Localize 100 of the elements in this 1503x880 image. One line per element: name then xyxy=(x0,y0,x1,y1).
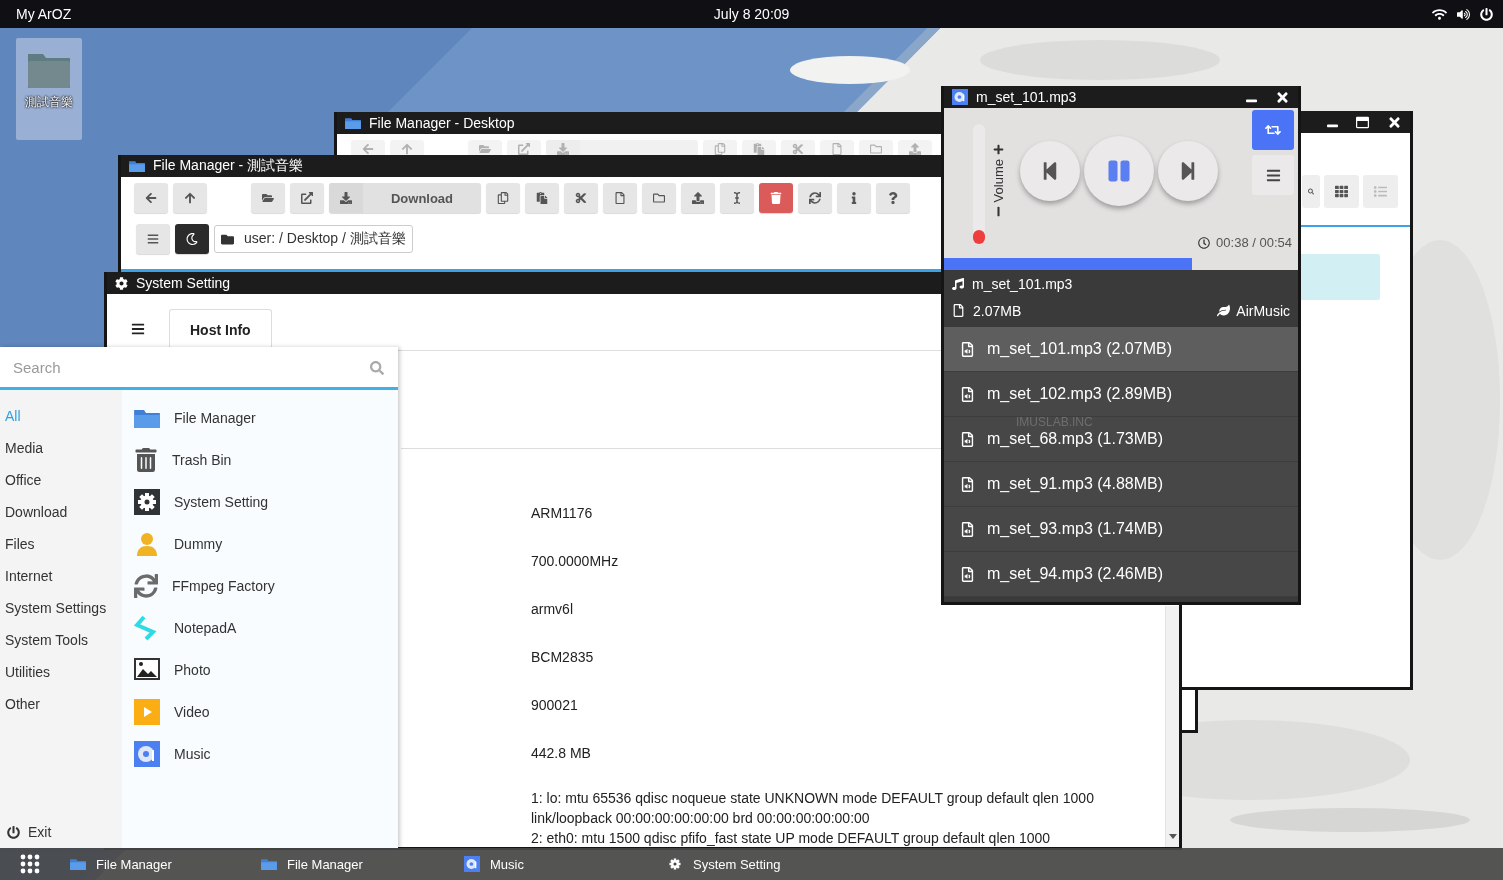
exit-button[interactable]: Exit xyxy=(5,824,54,840)
track-item[interactable]: m_set_91.mp3 (4.88MB) xyxy=(944,462,1298,507)
cut-icon xyxy=(792,143,804,155)
back-icon xyxy=(145,192,157,204)
category-link[interactable]: Utilities xyxy=(5,656,51,688)
progress-bar[interactable] xyxy=(944,258,1298,270)
app-item[interactable]: FFmpeg Factory xyxy=(134,565,275,607)
open-folder-button[interactable] xyxy=(251,183,285,213)
volume-fill[interactable] xyxy=(973,230,985,244)
category-link[interactable]: System Settings xyxy=(5,592,107,624)
app-item[interactable]: File Manager xyxy=(134,397,256,439)
taskbar-item[interactable]: Music xyxy=(464,848,667,880)
info-value: 900021 xyxy=(531,697,579,714)
track-item[interactable]: m_set_102.mp3 (2.89MB) xyxy=(944,372,1298,417)
info-value: ARM1176 xyxy=(531,505,594,522)
taskbar-item[interactable]: File Manager xyxy=(58,848,261,880)
taskbar-item[interactable]: File Manager xyxy=(261,848,464,880)
audio-file-icon xyxy=(960,386,975,402)
pause-button[interactable] xyxy=(1084,136,1154,206)
app-item[interactable]: Photo xyxy=(134,649,211,691)
trash-icon xyxy=(134,448,158,472)
person-icon xyxy=(134,531,160,557)
search-field[interactable]: Search xyxy=(0,347,398,390)
app-item[interactable]: System Setting xyxy=(134,481,269,523)
network-line: link/loopback 00:00:00:00:00:00 brd 00:00:00:00:00:00 xyxy=(531,809,871,828)
track-item[interactable]: m_set_93.mp3 (1.74MB) xyxy=(944,507,1298,552)
upload-icon xyxy=(692,192,704,204)
wifi-icon[interactable] xyxy=(1432,6,1447,22)
app-item[interactable]: Video xyxy=(134,691,210,733)
audio-file-icon xyxy=(960,521,975,537)
upload-button[interactable] xyxy=(681,183,715,213)
category-link[interactable]: Office xyxy=(5,464,42,496)
plus-icon[interactable] xyxy=(993,144,1004,155)
new-folder-icon xyxy=(653,192,665,204)
close-icon[interactable] xyxy=(1387,114,1402,130)
copy-icon xyxy=(714,143,726,155)
rename-button[interactable] xyxy=(720,183,754,213)
network-line: 1: lo: mtu 65536 qdisc noqueue state UNKNOWN mode DEFAULT group default qlen 1000 xyxy=(531,789,1095,808)
close-icon[interactable] xyxy=(1275,89,1290,105)
back-icon xyxy=(362,143,374,155)
volume-icon[interactable] xyxy=(1457,7,1470,21)
scrollbar[interactable] xyxy=(1165,606,1179,847)
info-button[interactable] xyxy=(837,183,871,213)
download-icon xyxy=(557,143,569,155)
maximize-icon[interactable] xyxy=(1356,115,1369,129)
power-icon[interactable] xyxy=(1480,7,1493,21)
window-title: File Manager - Desktop xyxy=(369,115,515,131)
new-folder-button[interactable] xyxy=(642,183,676,213)
category-link[interactable]: System Tools xyxy=(5,624,88,656)
list-icon xyxy=(1374,185,1387,198)
up-icon xyxy=(184,192,196,204)
app-item[interactable]: Music xyxy=(134,733,211,775)
moon-icon xyxy=(186,233,198,245)
new-file-icon xyxy=(614,192,626,204)
window-title: File Manager - 測試音樂 xyxy=(153,157,304,175)
menu-icon xyxy=(131,322,145,336)
new-file-button[interactable] xyxy=(603,183,637,213)
category-link[interactable]: Internet xyxy=(5,560,53,592)
app-item[interactable]: Dummy xyxy=(134,523,223,565)
path-field[interactable]: user: / Desktop / 測試音樂 xyxy=(214,225,413,253)
delete-icon xyxy=(770,192,782,204)
audio-file-icon xyxy=(960,341,975,357)
menu-button[interactable] xyxy=(1252,155,1294,195)
audio-file-icon xyxy=(960,431,975,447)
volume-label: Volume xyxy=(991,159,1006,203)
volume-slider[interactable] xyxy=(973,124,985,244)
app-item[interactable]: NotepadA xyxy=(134,607,237,649)
category-link[interactable]: Download xyxy=(5,496,68,528)
info-value: BCM2835 xyxy=(531,649,595,666)
category-link[interactable]: Other xyxy=(5,688,40,720)
category-link[interactable]: Files xyxy=(5,528,35,560)
now-playing-title: m_set_101.mp3 xyxy=(972,275,1073,292)
download-button[interactable]: Download xyxy=(329,183,481,213)
track-item[interactable]: m_set_101.mp3 (2.07MB) xyxy=(944,327,1298,372)
taskbar-item[interactable]: System Setting xyxy=(667,848,870,880)
copy-button[interactable] xyxy=(486,183,520,213)
grid-view-button[interactable] xyxy=(1324,175,1359,208)
folder-icon xyxy=(134,407,160,429)
back-button[interactable] xyxy=(134,183,168,213)
folder-icon xyxy=(28,52,70,88)
gear-icon xyxy=(115,276,128,290)
next-button[interactable] xyxy=(1158,141,1218,201)
paste-button[interactable] xyxy=(525,183,559,213)
previous-button[interactable] xyxy=(1020,141,1080,201)
up-button[interactable] xyxy=(173,183,207,213)
info-value: 700.0000MHz xyxy=(531,553,620,570)
track-item[interactable]: m_set_94.mp3 (2.46MB) xyxy=(944,552,1298,597)
repeat-button[interactable] xyxy=(1252,110,1294,150)
dark-mode-button[interactable] xyxy=(175,224,209,254)
category-link[interactable]: Media xyxy=(5,432,44,464)
app-item[interactable]: Trash Bin xyxy=(134,439,232,481)
delete-button[interactable] xyxy=(759,183,793,213)
cut-button[interactable] xyxy=(564,183,598,213)
folder-icon xyxy=(221,232,234,246)
menu-icon xyxy=(1265,167,1281,183)
scroll-down-icon[interactable] xyxy=(1168,834,1177,839)
refresh-button[interactable] xyxy=(798,183,832,213)
external-link-button[interactable] xyxy=(290,183,324,213)
gear-icon xyxy=(134,489,160,515)
help-button[interactable] xyxy=(876,183,910,213)
